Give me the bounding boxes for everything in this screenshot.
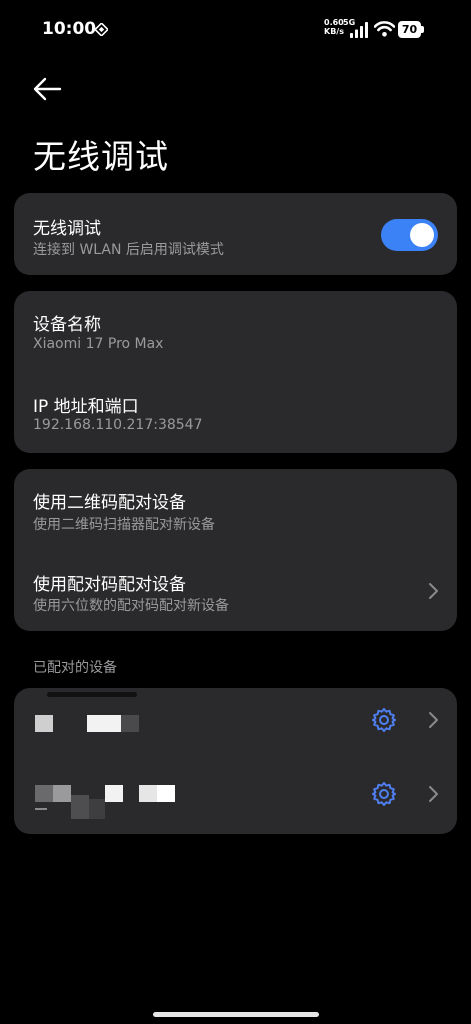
device-info-card: 设备名称 Xiaomi 17 Pro Max IP 地址和端口 192.168.… <box>14 291 457 453</box>
data-saver-icon <box>95 23 108 36</box>
wireless-debugging-subtitle: 连接到 WLAN 后启用调试模式 <box>33 242 224 258</box>
battery-icon: 70 <box>398 21 424 38</box>
wifi-icon <box>374 21 395 37</box>
wireless-debugging-title: 无线调试 <box>33 219 101 239</box>
paired-device-row[interactable] <box>14 761 457 834</box>
pairing-card: 使用二维码配对设备 使用二维码扫描器配对新设备 使用配对码配对设备 使用六位数的… <box>14 469 457 631</box>
device-name-label: 设备名称 <box>33 315 101 335</box>
gear-icon[interactable] <box>371 707 397 733</box>
pair-code-row[interactable]: 使用配对码配对设备 使用六位数的配对码配对新设备 <box>14 550 457 631</box>
screen: 10:00 0.60 KB/s 5G 70 无线调试 无线调试 连接到 WLAN… <box>0 0 471 1024</box>
pair-qr-row[interactable]: 使用二维码配对设备 使用二维码扫描器配对新设备 <box>14 469 457 550</box>
pair-code-subtitle: 使用六位数的配对码配对新设备 <box>33 598 229 614</box>
home-indicator[interactable] <box>153 1012 319 1017</box>
ip-address-row: IP 地址和端口 192.168.110.217:38547 <box>14 372 457 453</box>
chevron-right-icon <box>429 583 438 599</box>
signal-icon <box>350 22 368 38</box>
status-bar: 10:00 0.60 KB/s 5G 70 <box>0 0 471 60</box>
wireless-debugging-card[interactable]: 无线调试 连接到 WLAN 后启用调试模式 <box>14 193 457 275</box>
status-time: 10:00 <box>42 19 97 39</box>
network-speed: 0.60 KB/s <box>324 18 344 36</box>
network-speed-unit: KB/s <box>324 27 344 36</box>
arrow-left-icon[interactable] <box>32 76 62 102</box>
pair-code-title: 使用配对码配对设备 <box>33 575 186 595</box>
chevron-right-icon <box>429 712 438 728</box>
gear-icon[interactable] <box>371 781 397 807</box>
wireless-debugging-toggle[interactable] <box>381 219 438 251</box>
page-title: 无线调试 <box>33 137 169 176</box>
paired-devices-label: 已配对的设备 <box>33 660 117 676</box>
battery-tip <box>421 26 424 33</box>
paired-devices-card <box>14 688 457 834</box>
toggle-knob <box>410 223 434 247</box>
paired-device-row[interactable] <box>14 688 457 761</box>
device-name-value: Xiaomi 17 Pro Max <box>33 336 164 352</box>
device-name-row: 设备名称 Xiaomi 17 Pro Max <box>14 291 457 372</box>
pair-qr-title: 使用二维码配对设备 <box>33 493 186 513</box>
wireless-debugging-row[interactable]: 无线调试 连接到 WLAN 后启用调试模式 <box>14 193 457 275</box>
battery-level: 70 <box>398 21 421 38</box>
chevron-right-icon <box>429 786 438 802</box>
ip-address-value: 192.168.110.217:38547 <box>33 417 203 433</box>
pair-qr-subtitle: 使用二维码扫描器配对新设备 <box>33 517 215 533</box>
network-speed-value: 0.60 <box>324 18 344 27</box>
ip-address-label: IP 地址和端口 <box>33 397 139 417</box>
